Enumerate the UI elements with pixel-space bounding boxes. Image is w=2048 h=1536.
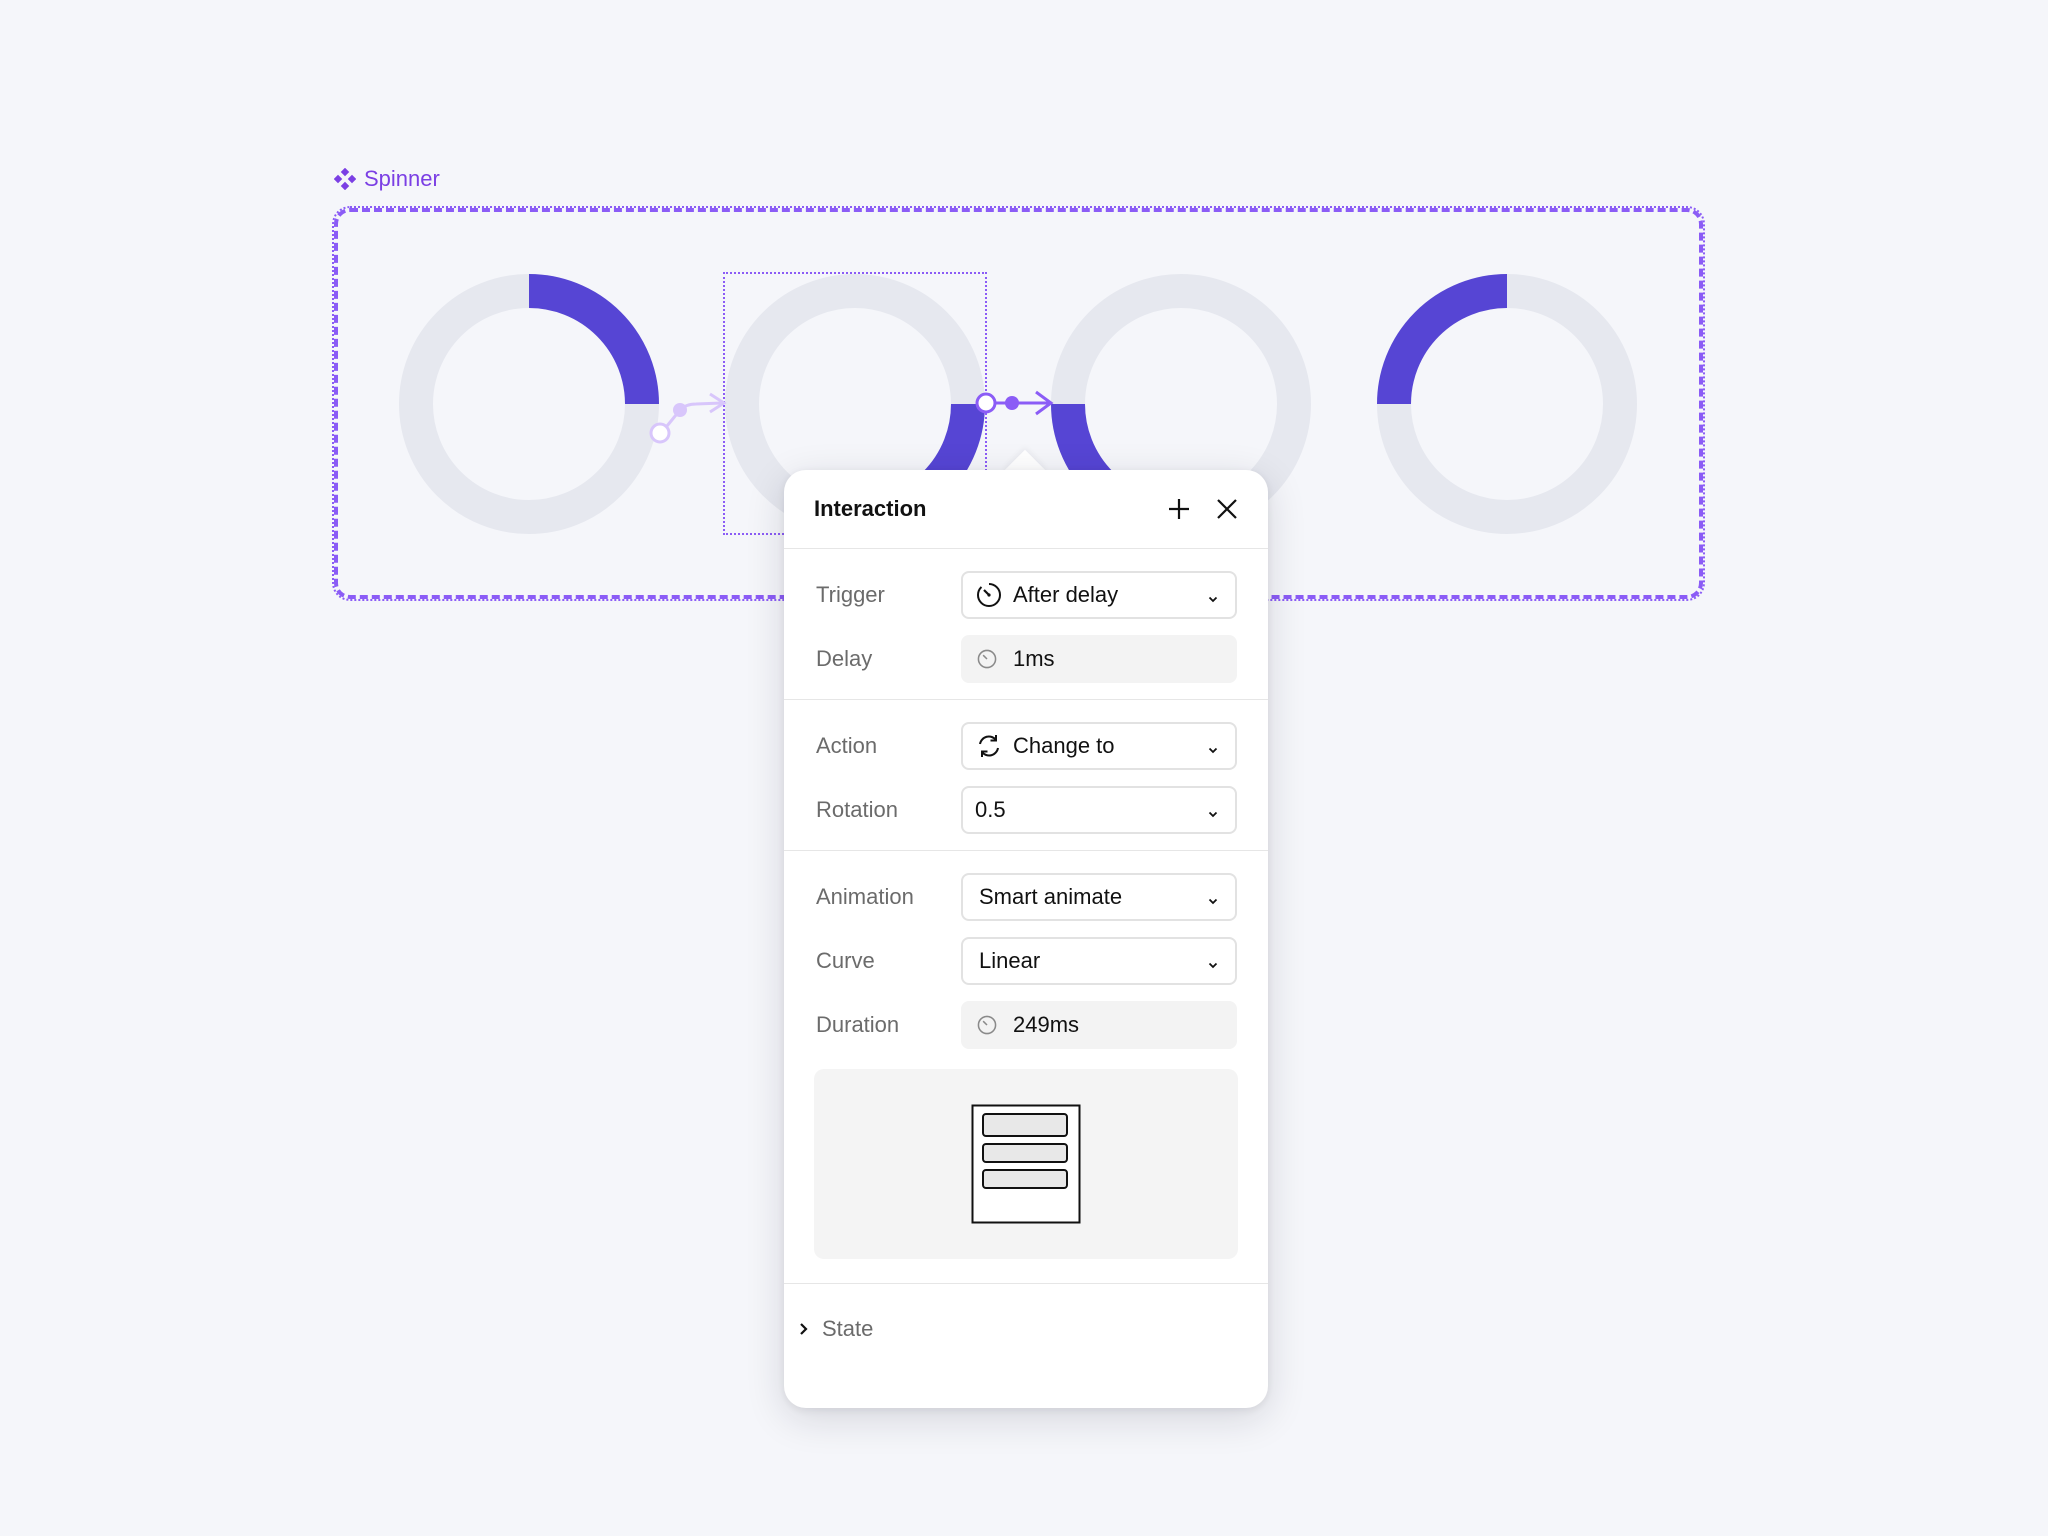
component-icon bbox=[334, 168, 356, 190]
trigger-dropdown[interactable]: After delay bbox=[961, 571, 1237, 619]
animation-value: Smart animate bbox=[979, 884, 1123, 909]
refresh-icon bbox=[975, 732, 1003, 760]
close-icon bbox=[1217, 499, 1237, 519]
plus-icon bbox=[1169, 499, 1189, 519]
connector-faded bbox=[649, 392, 727, 444]
component-name: Spinner bbox=[364, 166, 440, 191]
layout-preview-icon bbox=[971, 1104, 1081, 1224]
action-value: Change to bbox=[1013, 733, 1115, 758]
trigger-section: Trigger After delay Delay 1ms bbox=[784, 549, 1268, 700]
chevron-down-icon bbox=[1205, 802, 1221, 818]
curve-label: Curve bbox=[816, 948, 875, 973]
action-label: Action bbox=[816, 733, 878, 758]
rotation-dropdown[interactable]: 0.5 bbox=[961, 786, 1237, 834]
delay-label: Delay bbox=[816, 646, 873, 671]
duration-label: Duration bbox=[816, 1012, 900, 1037]
duration-input[interactable]: 249ms bbox=[961, 1001, 1237, 1049]
rotation-value: 0.5 bbox=[975, 797, 1006, 822]
animation-section: Animation Smart animate Curve Linear Dur… bbox=[784, 851, 1268, 1284]
duration-row: Duration 249ms bbox=[784, 1001, 1268, 1049]
chevron-down-icon bbox=[1205, 587, 1221, 603]
spinner-variant-1[interactable] bbox=[399, 274, 659, 534]
panel-header: Interaction bbox=[784, 470, 1268, 549]
delay-input[interactable]: 1ms bbox=[961, 635, 1237, 683]
state-expander[interactable]: State bbox=[784, 1284, 1268, 1374]
trigger-row: Trigger After delay bbox=[784, 571, 1268, 619]
animation-preview bbox=[814, 1069, 1238, 1259]
animation-dropdown[interactable]: Smart animate bbox=[961, 873, 1237, 921]
panel-title: Interaction bbox=[814, 496, 927, 521]
rotation-row: Rotation 0.5 bbox=[784, 786, 1268, 834]
close-panel-button[interactable] bbox=[1214, 496, 1240, 522]
add-interaction-button[interactable] bbox=[1166, 496, 1192, 522]
prototype-connectors bbox=[649, 390, 1054, 444]
curve-row: Curve Linear bbox=[784, 937, 1268, 985]
delay-row: Delay 1ms bbox=[784, 635, 1268, 683]
rotation-label: Rotation bbox=[816, 797, 898, 822]
spinner-variant-4[interactable] bbox=[1377, 274, 1637, 534]
state-label: State bbox=[822, 1316, 874, 1341]
trigger-label: Trigger bbox=[816, 582, 885, 607]
trigger-value: After delay bbox=[1013, 582, 1119, 607]
animation-label: Animation bbox=[816, 884, 914, 909]
chevron-down-icon bbox=[1205, 889, 1221, 905]
action-dropdown[interactable]: Change to bbox=[961, 722, 1237, 770]
action-section: Action Change to Rotation 0.5 bbox=[784, 700, 1268, 851]
curve-value: Linear bbox=[979, 948, 1041, 973]
duration-value: 249ms bbox=[1013, 1012, 1080, 1037]
chevron-down-icon bbox=[1205, 738, 1221, 754]
timer-icon bbox=[975, 1011, 1003, 1039]
animation-row: Animation Smart animate bbox=[784, 873, 1268, 921]
chevron-right-icon bbox=[800, 1323, 808, 1335]
timer-icon bbox=[975, 645, 1003, 673]
chevron-down-icon bbox=[1205, 953, 1221, 969]
interaction-panel: Interaction Trigger After delay Delay 1m… bbox=[784, 470, 1268, 1408]
action-row: Action Change to bbox=[784, 722, 1268, 770]
timer-icon bbox=[975, 581, 1003, 609]
curve-dropdown[interactable]: Linear bbox=[961, 937, 1237, 985]
delay-value: 1ms bbox=[1013, 646, 1055, 671]
component-label[interactable]: Spinner bbox=[334, 166, 440, 192]
